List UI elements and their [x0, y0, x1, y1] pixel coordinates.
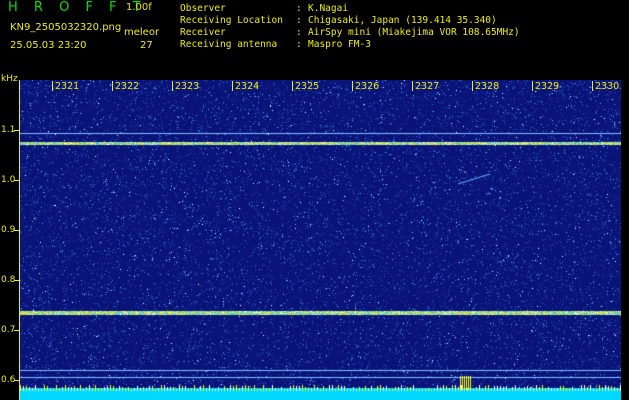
time-tick-label: 2324: [235, 81, 260, 92]
info-value: K.Nagai: [308, 3, 349, 14]
info-separator: :: [296, 15, 302, 26]
time-tick: [592, 81, 593, 91]
datetime: 25.05.03 23:20: [10, 40, 87, 51]
info-value: AirSpy mini (Miakejima VOR 108.65MHz): [308, 27, 520, 38]
time-tick: [412, 81, 413, 91]
frequency-tick: [14, 230, 19, 231]
frequency-axis-line: [19, 80, 20, 400]
mode-label: meleor: [124, 27, 160, 38]
app-version: 1.00f: [126, 2, 152, 13]
info-separator: :: [296, 39, 302, 50]
info-key: Receiving antenna: [180, 39, 278, 50]
time-tick: [52, 81, 53, 91]
info-separator: :: [296, 27, 302, 38]
time-tick-label: 2325: [295, 81, 320, 92]
time-tick-label: 2328: [475, 81, 500, 92]
frequency-tick: [14, 330, 19, 331]
time-tick-label: 2322: [115, 81, 140, 92]
time-tick: [112, 81, 113, 91]
file-name: KN9_2505032320.png: [10, 22, 122, 33]
time-tick-label: 2321: [55, 81, 80, 92]
info-key: Receiving Location: [180, 15, 283, 26]
info-key: Observer: [180, 3, 226, 14]
time-tick: [472, 81, 473, 91]
spectrogram-canvas: [20, 80, 621, 400]
detection-count: 27: [140, 40, 153, 51]
time-tick-label: 2323: [175, 81, 200, 92]
info-separator: :: [296, 3, 302, 14]
time-tick-label: 2329: [535, 81, 560, 92]
spectrogram-waterfall: [20, 80, 621, 400]
frequency-tick: [14, 130, 19, 131]
info-key: Receiver: [180, 27, 226, 38]
time-tick: [232, 81, 233, 91]
info-value: Maspro FM-3: [308, 39, 371, 50]
time-tick: [352, 81, 353, 91]
time-tick-label: 2326: [355, 81, 380, 92]
frequency-tick: [14, 380, 19, 381]
time-tick: [172, 81, 173, 91]
frequency-tick: [14, 280, 19, 281]
time-tick-label: 2327: [415, 81, 440, 92]
time-tick-label: 2330: [595, 81, 620, 92]
time-tick: [532, 81, 533, 91]
time-tick: [292, 81, 293, 91]
frequency-unit-label: kHz: [1, 74, 18, 84]
frequency-tick: [14, 180, 19, 181]
info-value: Chigasaki, Japan (139.414 35.340): [308, 15, 497, 26]
